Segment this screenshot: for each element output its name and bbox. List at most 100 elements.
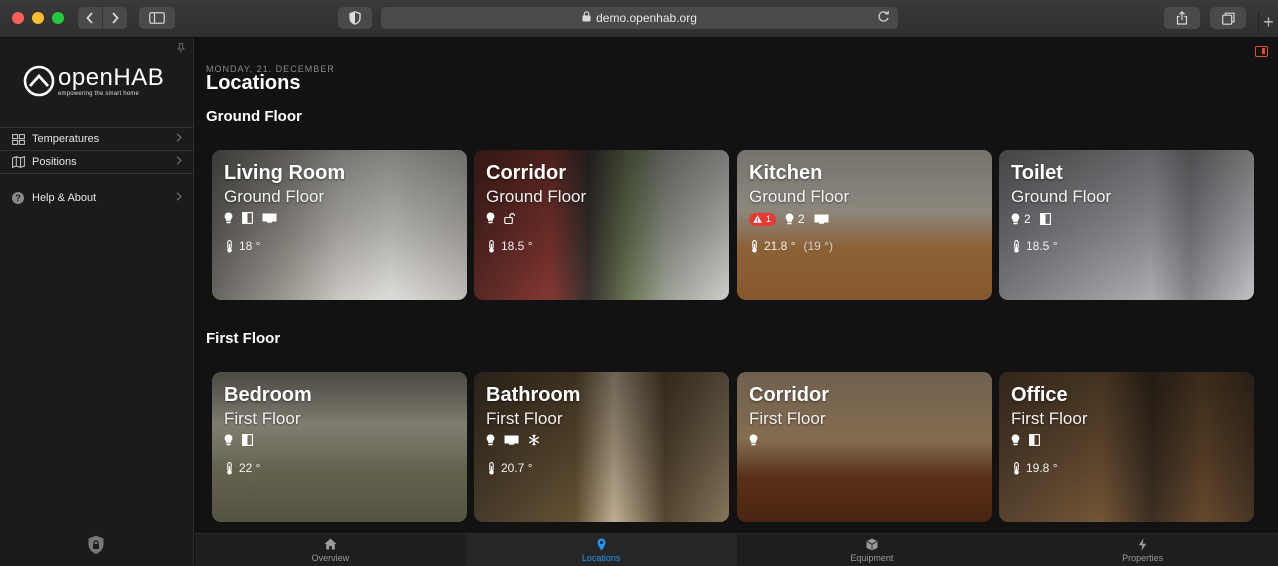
room-card-corridor-ground[interactable]: Corridor Ground Floor 18.5 ° xyxy=(474,150,729,300)
temperature-value: 19.8 ° xyxy=(1026,461,1058,475)
lightbulb-icon xyxy=(486,212,495,224)
forward-button[interactable] xyxy=(103,7,127,29)
room-badges xyxy=(224,212,277,224)
bolt-icon xyxy=(1138,537,1147,551)
screen-icon xyxy=(814,214,829,224)
tab-label: Overview xyxy=(311,552,350,563)
sidebar-item-label: Temperatures xyxy=(32,133,100,145)
lightbulb-icon xyxy=(1011,434,1020,446)
floor-title-ground: Ground Floor xyxy=(206,108,302,125)
room-name: Toilet xyxy=(1011,162,1063,184)
cube-icon xyxy=(866,538,878,551)
room-name: Bathroom xyxy=(486,384,581,406)
grid-icon xyxy=(11,133,25,145)
room-card-bedroom[interactable]: Bedroom First Floor 22 ° xyxy=(212,372,467,522)
pin-icon[interactable] xyxy=(177,43,185,56)
thermometer-icon xyxy=(225,461,234,475)
zoom-window-button[interactable] xyxy=(52,12,64,24)
room-card-office[interactable]: Office First Floor 19.8 ° xyxy=(999,372,1254,522)
room-badges xyxy=(1011,434,1040,446)
room-temperature: 22 ° xyxy=(225,461,260,475)
openhab-logo-icon xyxy=(23,65,55,97)
blinds-icon xyxy=(1039,213,1051,225)
room-name: Corridor xyxy=(749,384,829,406)
share-button[interactable] xyxy=(1164,7,1200,29)
admin-shield-icon[interactable] xyxy=(87,535,105,555)
sidebar-item-temperatures[interactable]: Temperatures xyxy=(0,128,194,151)
privacy-shield-icon xyxy=(349,11,361,25)
room-floor: First Floor xyxy=(224,409,301,428)
snowflake-icon xyxy=(528,434,540,446)
room-name: Corridor xyxy=(486,162,566,184)
room-name: Bedroom xyxy=(224,384,312,406)
room-card-living-room[interactable]: Living Room Ground Floor 18 ° xyxy=(212,150,467,300)
room-name: Living Room xyxy=(224,162,346,184)
room-temperature: 18.5 ° xyxy=(487,239,533,253)
privacy-report-button[interactable] xyxy=(338,7,372,29)
room-badges xyxy=(486,434,540,446)
minimize-window-button[interactable] xyxy=(32,12,44,24)
tab-equipment[interactable]: Equipment xyxy=(737,534,1008,566)
room-floor: First Floor xyxy=(749,409,826,428)
map-icon xyxy=(11,156,25,168)
sidebar-icon xyxy=(149,12,165,24)
room-name: Kitchen xyxy=(749,162,823,184)
sidebar-item-positions[interactable]: Positions xyxy=(0,151,194,174)
back-button[interactable] xyxy=(78,7,102,29)
thermometer-icon xyxy=(1012,461,1021,475)
warning-icon xyxy=(753,215,762,223)
lightbulb-icon xyxy=(486,434,495,446)
openhab-logo[interactable]: openHAB empowering the smart home xyxy=(23,65,164,97)
blinds-icon xyxy=(1029,434,1040,446)
unlocked-icon xyxy=(504,212,515,224)
room-badges: 2 xyxy=(1011,212,1051,226)
tab-overview[interactable]: Overview xyxy=(195,534,466,566)
help-circle-icon: ? xyxy=(12,191,24,204)
temperature-value: 18 ° xyxy=(239,239,261,253)
chevron-right-icon xyxy=(176,191,182,204)
temperature-value: 22 ° xyxy=(239,461,261,475)
tab-locations[interactable]: Locations xyxy=(465,534,737,566)
room-floor: Ground Floor xyxy=(749,187,850,206)
chevron-right-icon xyxy=(176,133,182,145)
reload-icon[interactable] xyxy=(877,10,890,26)
floor-title-first: First Floor xyxy=(206,330,281,347)
lightbulb-icon xyxy=(224,434,233,446)
room-floor: First Floor xyxy=(1011,409,1088,428)
tab-properties[interactable]: Properties xyxy=(1007,534,1278,566)
room-badges: 1 2 xyxy=(749,212,829,226)
lightbulb-icon xyxy=(1011,213,1020,225)
app-sidebar: openHAB empowering the smart home Temper… xyxy=(0,38,194,566)
lightbulb-icon xyxy=(224,212,233,224)
lightbulb-icon xyxy=(749,434,758,446)
new-tab-button[interactable]: + xyxy=(1258,12,1278,34)
alert-badge[interactable]: 1 xyxy=(749,212,777,226)
room-card-bathroom[interactable]: Bathroom First Floor 20.7 ° xyxy=(474,372,729,522)
blinds-icon xyxy=(242,434,253,446)
page-title: Locations xyxy=(206,72,301,94)
sidebar-item-label: Help & About xyxy=(32,191,97,204)
room-card-kitchen[interactable]: Kitchen Ground Floor 1 2 21.8 ° (19 °) xyxy=(737,150,992,300)
thermometer-icon xyxy=(750,239,759,253)
show-sidebar-button[interactable] xyxy=(139,7,175,29)
chevron-left-icon xyxy=(86,12,93,24)
room-card-corridor-first[interactable]: Corridor First Floor xyxy=(737,372,992,522)
room-floor: Ground Floor xyxy=(1011,187,1112,206)
light-count: 2 xyxy=(798,212,805,226)
bottom-tab-bar: Overview Locations Equipment Properties xyxy=(195,533,1278,566)
temperature-value: 20.7 ° xyxy=(501,461,533,475)
room-card-toilet[interactable]: Toilet Ground Floor 2 18.5 ° xyxy=(999,150,1254,300)
show-tabs-button[interactable] xyxy=(1210,7,1246,29)
temperature-value: 18.5 ° xyxy=(1026,239,1058,253)
address-bar[interactable]: demo.openhab.org xyxy=(381,7,898,29)
logo-wordmark: openHAB xyxy=(58,63,165,91)
screen-icon xyxy=(504,435,519,445)
panel-toggle-icon[interactable] xyxy=(1255,46,1268,57)
chevron-right-icon xyxy=(112,12,119,24)
room-floor: Ground Floor xyxy=(486,187,587,206)
chevron-right-icon xyxy=(176,156,182,168)
room-temperature: 18.5 ° xyxy=(1012,239,1058,253)
tabs-icon xyxy=(1221,12,1235,25)
close-window-button[interactable] xyxy=(12,12,24,24)
sidebar-item-help-about[interactable]: ? Help & About xyxy=(0,186,194,209)
